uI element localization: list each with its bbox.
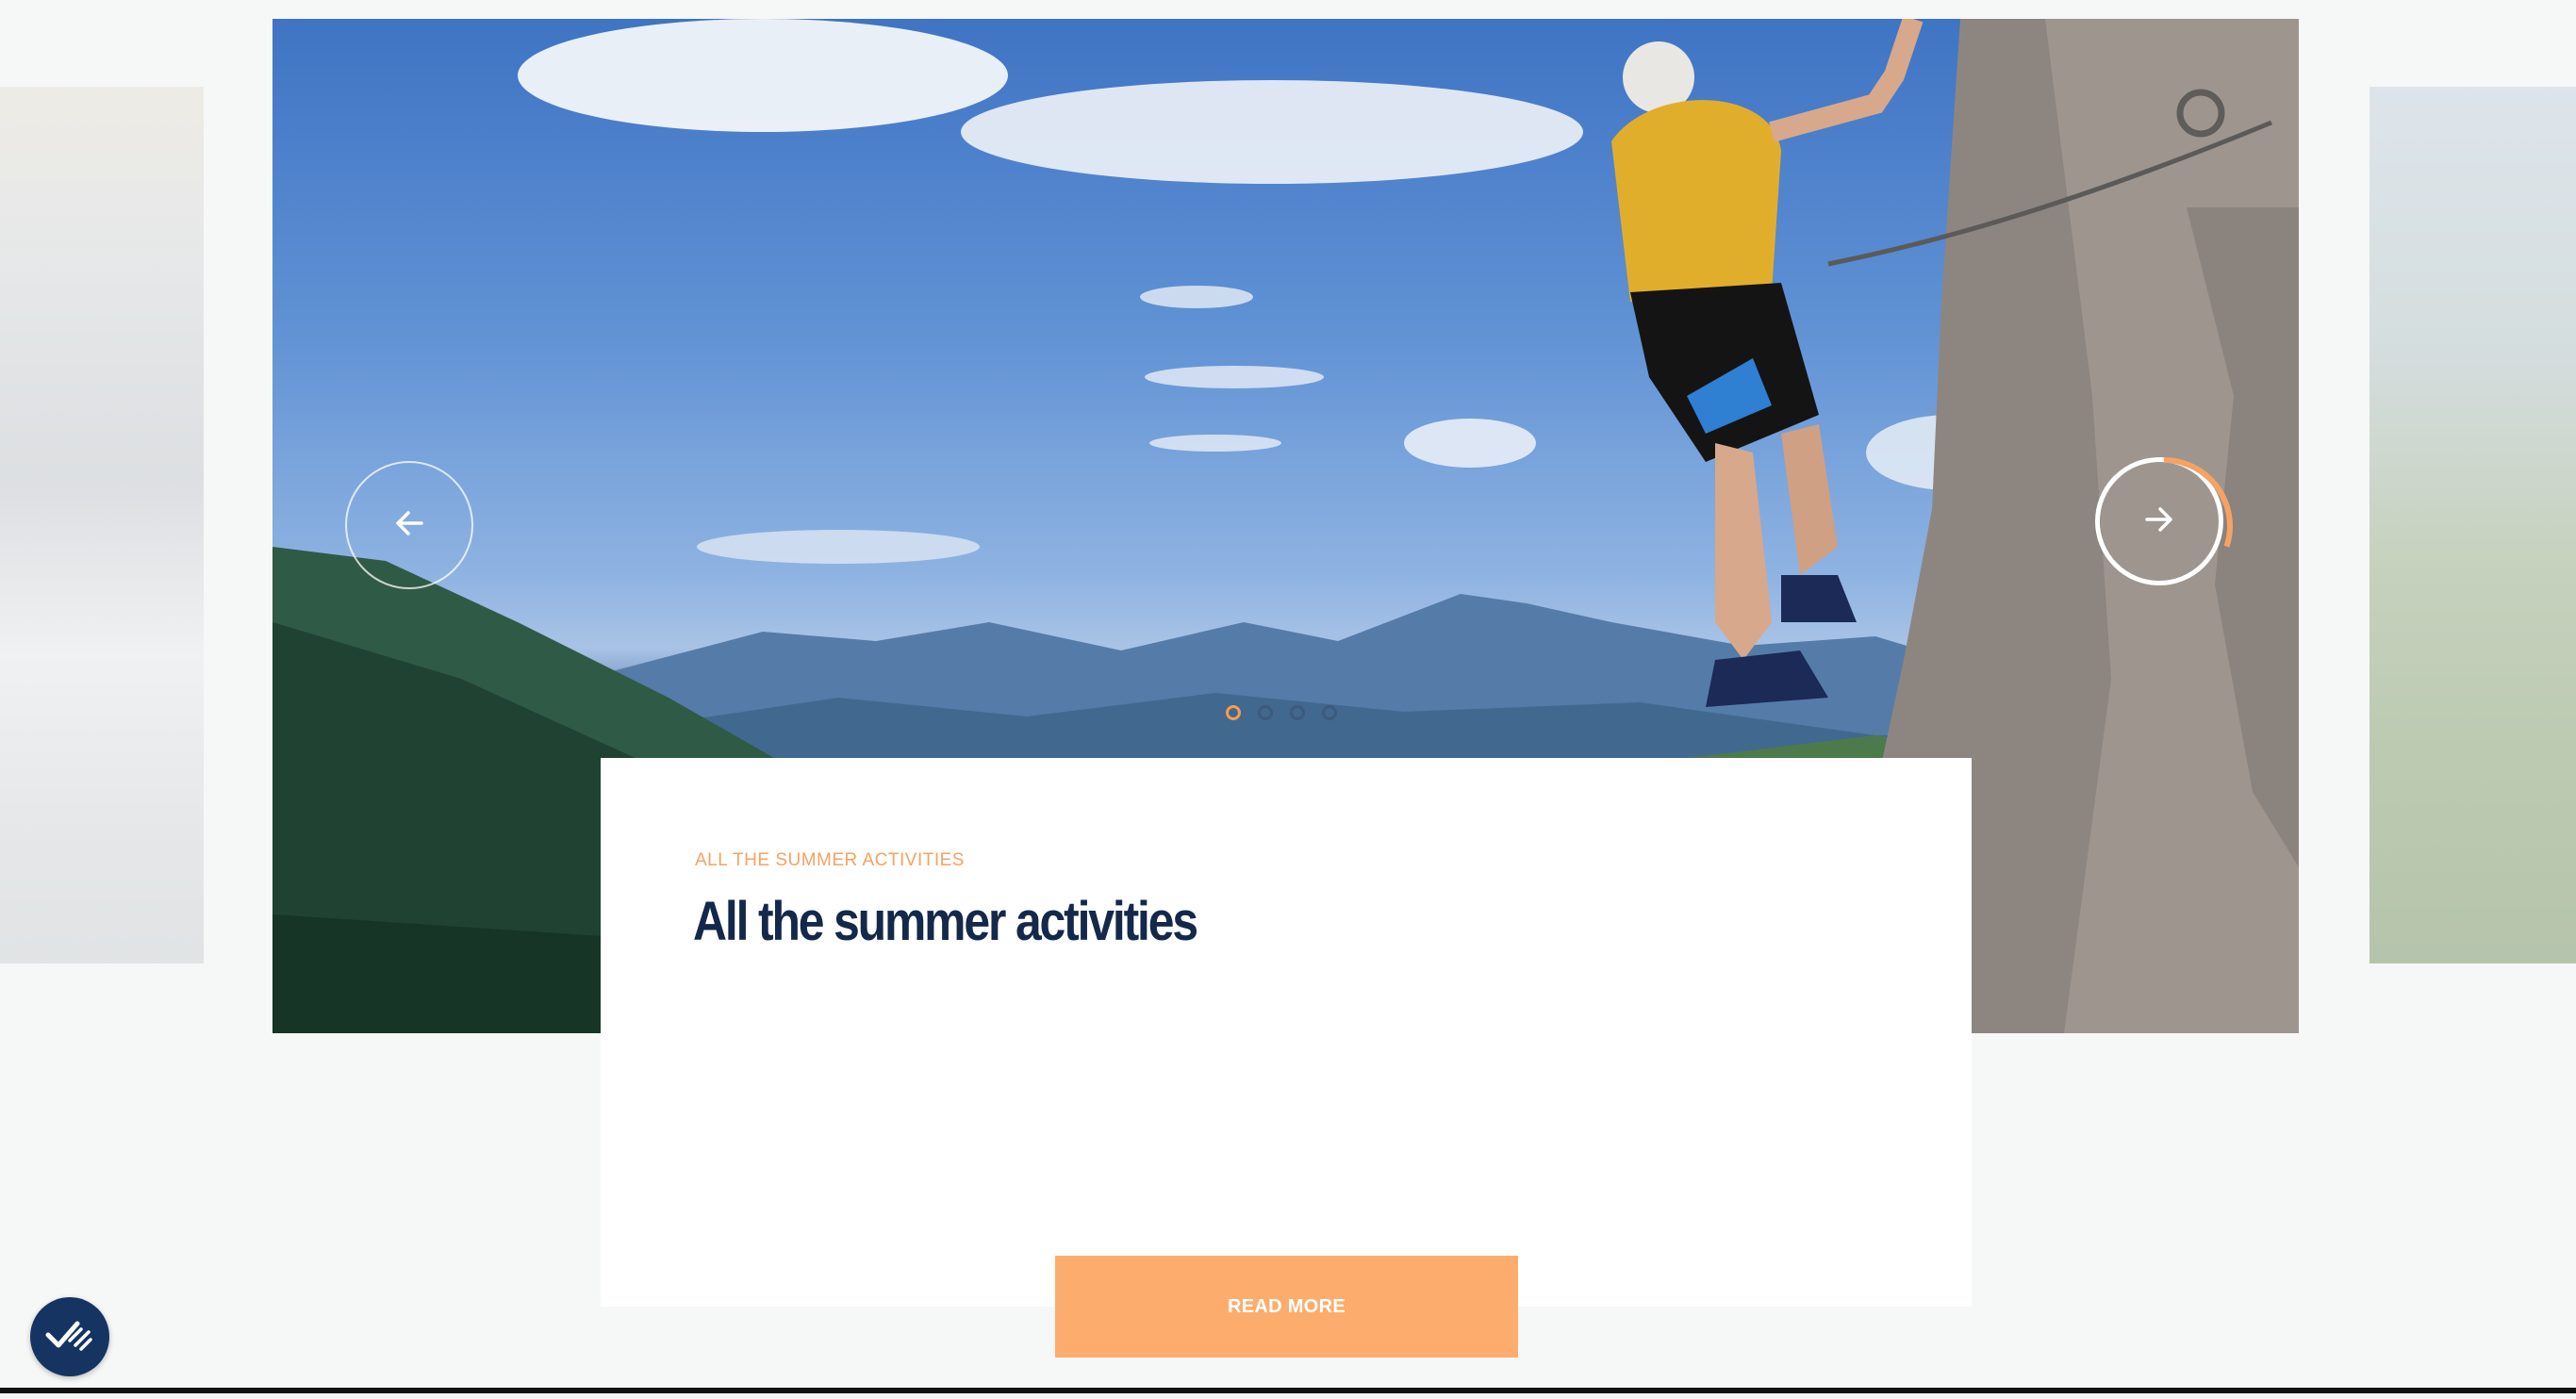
read-more-button[interactable]: READ MORE xyxy=(1055,1256,1518,1358)
pagination-dot[interactable] xyxy=(1226,705,1241,720)
previous-slide-peek[interactable] xyxy=(0,87,204,963)
slide-content-card: ALL THE SUMMER ACTIVITIES All the summer… xyxy=(601,758,1972,1307)
pagination-dot[interactable] xyxy=(1290,705,1305,720)
carousel-next-button[interactable] xyxy=(2095,457,2233,595)
double-check-icon xyxy=(45,1318,94,1357)
pagination-dot[interactable] xyxy=(1258,705,1273,720)
carousel-pagination xyxy=(1226,705,1337,720)
card-eyebrow: ALL THE SUMMER ACTIVITIES xyxy=(695,850,965,870)
card-title: All the summer activities xyxy=(693,891,1198,952)
autoplay-progress-ring xyxy=(2095,457,2233,595)
carousel-prev-button[interactable] xyxy=(345,461,473,589)
arrow-left-icon xyxy=(393,507,425,544)
pagination-dot[interactable] xyxy=(1322,705,1337,720)
cookie-consent-badge[interactable] xyxy=(30,1297,109,1376)
next-slide-peek[interactable] xyxy=(2370,87,2576,963)
